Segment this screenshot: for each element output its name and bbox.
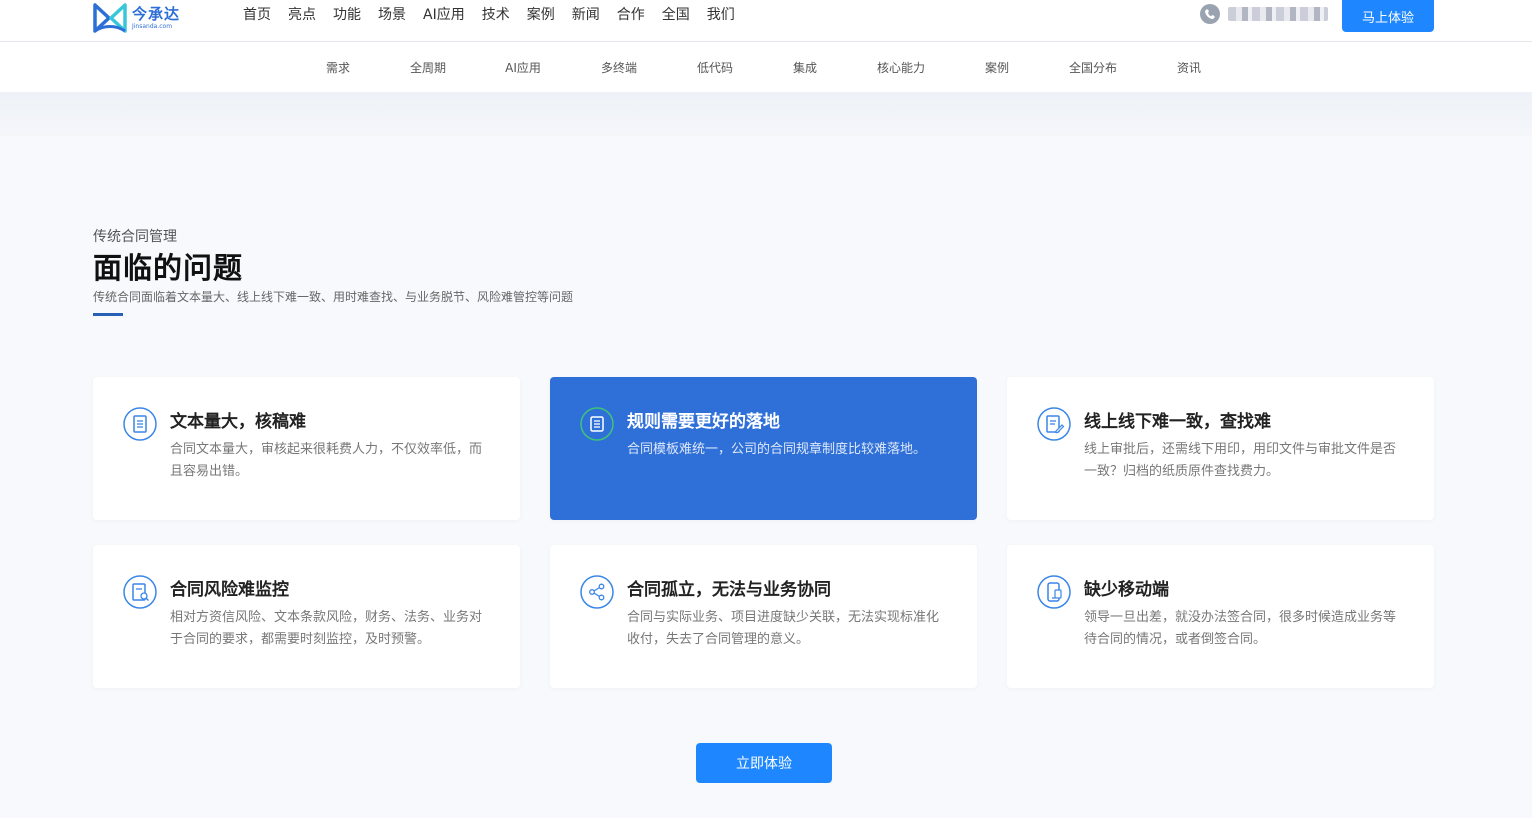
subnav-item-low-code[interactable]: 低代码	[697, 59, 733, 76]
subnav-item-ai[interactable]: AI应用	[505, 59, 541, 76]
subnav-item-lifecycle[interactable]: 全周期	[410, 59, 446, 76]
phone-contact[interactable]	[1200, 4, 1328, 24]
nav-item-news[interactable]: 新闻	[572, 4, 600, 24]
phone-icon	[1200, 4, 1220, 24]
nav-item-home[interactable]: 首页	[243, 4, 271, 24]
section-description: 传统合同面临着文本量大、线上线下难一致、用时难查找、与业务脱节、风险难管控等问题	[93, 290, 574, 304]
nav-item-partner[interactable]: 合作	[617, 4, 645, 24]
nav-item-scenarios[interactable]: 场景	[378, 4, 406, 24]
card-text: 合同文本量大，审核起来很耗费人力，不仅效率低，而且容易出错。	[170, 442, 483, 479]
brand-logo[interactable]: 今承达 Jinsanda.com	[92, 0, 180, 36]
nav-item-features[interactable]: 功能	[333, 4, 361, 24]
card-title: 缺少移动端	[1084, 580, 1169, 600]
section-title: 面临的问题	[93, 251, 244, 285]
problem-card-active[interactable]: 规则需要更好的落地 合同模板难统一，公司的合同规章制度比较难落地。	[550, 377, 977, 520]
card-title: 合同风险难监控	[170, 580, 289, 600]
brand-domain: Jinsanda.com	[132, 22, 173, 30]
nav-item-cases[interactable]: 案例	[527, 4, 555, 24]
problem-card[interactable]: 文本量大，核稿难 合同文本量大，审核起来很耗费人力，不仅效率低，而且容易出错。	[93, 377, 520, 520]
nav-item-about[interactable]: 我们	[707, 4, 735, 24]
list-icon	[580, 407, 614, 441]
nav-item-national[interactable]: 全国	[662, 4, 690, 24]
phone-number-redacted	[1228, 7, 1328, 21]
subnav-item-integration[interactable]: 集成	[793, 59, 817, 76]
problem-card[interactable]: 合同孤立，无法与业务协同 合同与实际业务、项目进度缺少关联，无法实现标准化收付，…	[550, 545, 977, 688]
section-accent-line	[93, 313, 123, 316]
card-text: 合同与实际业务、项目进度缺少关联，无法实现标准化收付，失去了合同管理的意义。	[627, 610, 940, 647]
card-text: 合同模板难统一，公司的合同规章制度比较难落地。	[627, 442, 927, 457]
card-title: 文本量大，核稿难	[170, 412, 306, 432]
mobile-icon	[1037, 575, 1071, 609]
problem-card[interactable]: 线上线下难一致，查找难 线上审批后，还需线下用印，用印文件与审批文件是否一致？归…	[1007, 377, 1434, 520]
card-title: 合同孤立，无法与业务协同	[627, 580, 831, 600]
sub-nav: 需求 全周期 AI应用 多终端 低代码 集成 核心能力 案例 全国分布 资讯	[0, 42, 1532, 92]
section-subtitle: 传统合同管理	[93, 229, 177, 245]
subnav-item-news[interactable]: 资讯	[1177, 59, 1201, 76]
problem-card[interactable]: 缺少移动端 领导一旦出差，就没办法签合同，很多时候造成业务等待合同的情况，或者倒…	[1007, 545, 1434, 688]
main-nav: 首页 亮点 功能 场景 AI应用 技术 案例 新闻 合作 全国 我们	[243, 0, 752, 28]
subnav-item-core[interactable]: 核心能力	[877, 59, 925, 76]
try-now-button[interactable]: 立即体验	[696, 743, 832, 783]
brand-name: 今承达	[132, 4, 181, 23]
subnav-item-cases[interactable]: 案例	[985, 59, 1009, 76]
card-title: 线上线下难一致，查找难	[1084, 412, 1271, 432]
document-icon	[123, 407, 157, 441]
subnav-item-distribution[interactable]: 全国分布	[1069, 59, 1117, 76]
subnav-item-demand[interactable]: 需求	[326, 59, 350, 76]
card-text: 线上审批后，还需线下用印，用印文件与审批文件是否一致？归档的纸质原件查找费力。	[1084, 442, 1397, 479]
share-icon	[580, 575, 614, 609]
card-title: 规则需要更好的落地	[627, 412, 780, 432]
nav-item-tech[interactable]: 技术	[482, 4, 510, 24]
nav-item-ai[interactable]: AI应用	[423, 4, 465, 24]
nav-item-highlights[interactable]: 亮点	[288, 4, 316, 24]
try-now-header-button[interactable]: 马上体验	[1342, 0, 1434, 32]
logo-mark-icon	[92, 1, 128, 35]
subnav-item-multi-terminal[interactable]: 多终端	[601, 59, 637, 76]
problem-card[interactable]: 合同风险难监控 相对方资信风险、文本条款风险，财务、法务、业务对于合同的要求，都…	[93, 545, 520, 688]
hero-band	[0, 92, 1532, 136]
card-text: 相对方资信风险、文本条款风险，财务、法务、业务对于合同的要求，都需要时刻监控，及…	[170, 610, 483, 647]
edit-document-icon	[1037, 407, 1071, 441]
search-document-icon	[123, 575, 157, 609]
top-header: 今承达 Jinsanda.com 首页 亮点 功能 场景 AI应用 技术 案例 …	[0, 0, 1532, 42]
card-text: 领导一旦出差，就没办法签合同，很多时候造成业务等待合同的情况，或者倒签合同。	[1084, 610, 1397, 647]
